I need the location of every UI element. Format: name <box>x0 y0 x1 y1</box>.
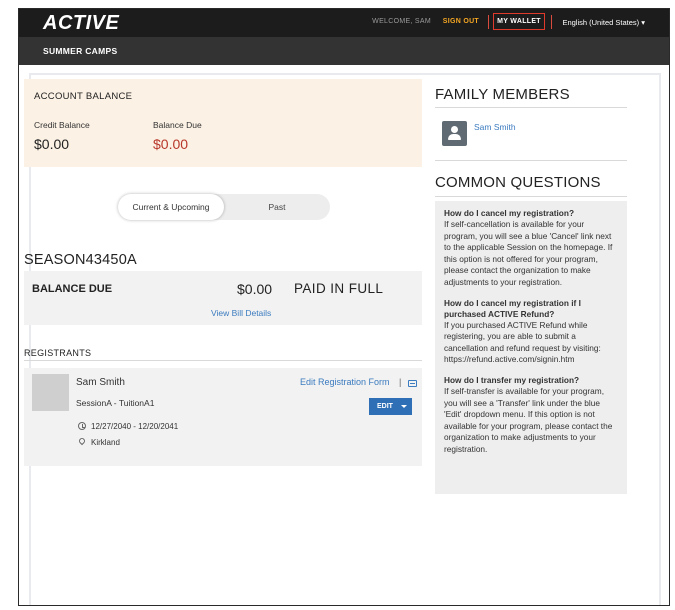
clock-icon <box>78 422 86 430</box>
faq-question: How do I cancel my registration if I pur… <box>444 297 581 319</box>
registrant-session: SessionA - TuitionA1 <box>76 398 155 408</box>
faq-answer: If self-transfer is available for your p… <box>444 385 613 454</box>
family-members-heading: FAMILY MEMBERS <box>435 86 570 103</box>
account-balance-heading: ACCOUNT BALANCE <box>34 91 133 102</box>
chevron-down-icon <box>401 405 407 408</box>
faq-panel: How do I cancel my registration? If self… <box>435 201 627 494</box>
credit-balance-value: $0.00 <box>34 136 70 152</box>
sign-out-link[interactable]: SIGN OUT <box>443 18 479 25</box>
tab-past[interactable]: Past <box>224 194 330 220</box>
registration-tabs: Current & Upcoming Past <box>118 194 330 220</box>
divider <box>435 160 627 161</box>
session-dates: 12/27/2040 - 12/20/2041 <box>91 422 179 431</box>
view-bill-details-link[interactable]: View Bill Details <box>211 308 271 318</box>
season-balance-value: $0.00 <box>237 281 273 297</box>
edit-dropdown-button[interactable]: EDIT <box>369 398 412 415</box>
payment-status: PAID IN FULL <box>294 281 384 296</box>
divider <box>435 196 627 197</box>
registrant-card: Sam Smith SessionA - TuitionA1 12/27/204… <box>24 368 422 466</box>
my-wallet-button[interactable]: MY WALLET <box>493 13 545 30</box>
season-balance-panel: BALANCE DUE $0.00 PAID IN FULL View Bill… <box>24 271 422 325</box>
language-selector[interactable]: English (United States) ▾ <box>562 18 645 27</box>
family-member-link[interactable]: Sam Smith <box>474 122 516 132</box>
faq-question: How do I cancel my registration? <box>444 208 575 218</box>
user-avatar-icon <box>442 121 467 146</box>
faq-answer: If you purchased ACTIVE Refund while reg… <box>444 319 601 365</box>
balance-due-label: Balance Due <box>153 120 202 130</box>
faq-answer: If self-cancellation is available for yo… <box>444 219 613 287</box>
active-logo[interactable]: ACTIVE <box>43 12 119 35</box>
top-navigation-bar: ACTIVE WELCOME, SAM SIGN OUT MY WALLET E… <box>19 9 669 37</box>
divider <box>435 107 627 108</box>
registrant-name: Sam Smith <box>76 377 125 388</box>
season-balance-label: BALANCE DUE <box>32 283 113 295</box>
edit-button-label: EDIT <box>377 403 393 410</box>
avatar <box>32 374 69 411</box>
section-title: SUMMER CAMPS <box>43 46 118 56</box>
card-icon[interactable] <box>408 380 417 387</box>
account-balance-panel: ACCOUNT BALANCE Credit Balance $0.00 Bal… <box>24 79 422 167</box>
location-pin-icon <box>77 436 87 446</box>
common-questions-heading: COMMON QUESTIONS <box>435 174 601 191</box>
nav-divider <box>551 15 552 29</box>
balance-due-value: $0.00 <box>153 136 189 152</box>
season-id: SEASON43450A <box>24 252 137 268</box>
tab-current-upcoming[interactable]: Current & Upcoming <box>118 194 224 220</box>
edit-registration-form-link[interactable]: Edit Registration Form <box>300 377 390 387</box>
nav-divider <box>488 15 489 29</box>
session-location: Kirkland <box>91 438 120 447</box>
link-separator: | <box>399 377 402 387</box>
faq-question: How do I transfer my registration? <box>444 374 580 385</box>
credit-balance-label: Credit Balance <box>34 120 90 130</box>
divider <box>24 360 422 361</box>
welcome-text: WELCOME, SAM <box>372 18 431 25</box>
section-header-bar: SUMMER CAMPS <box>19 37 669 65</box>
registrants-heading: REGISTRANTS <box>24 348 92 358</box>
